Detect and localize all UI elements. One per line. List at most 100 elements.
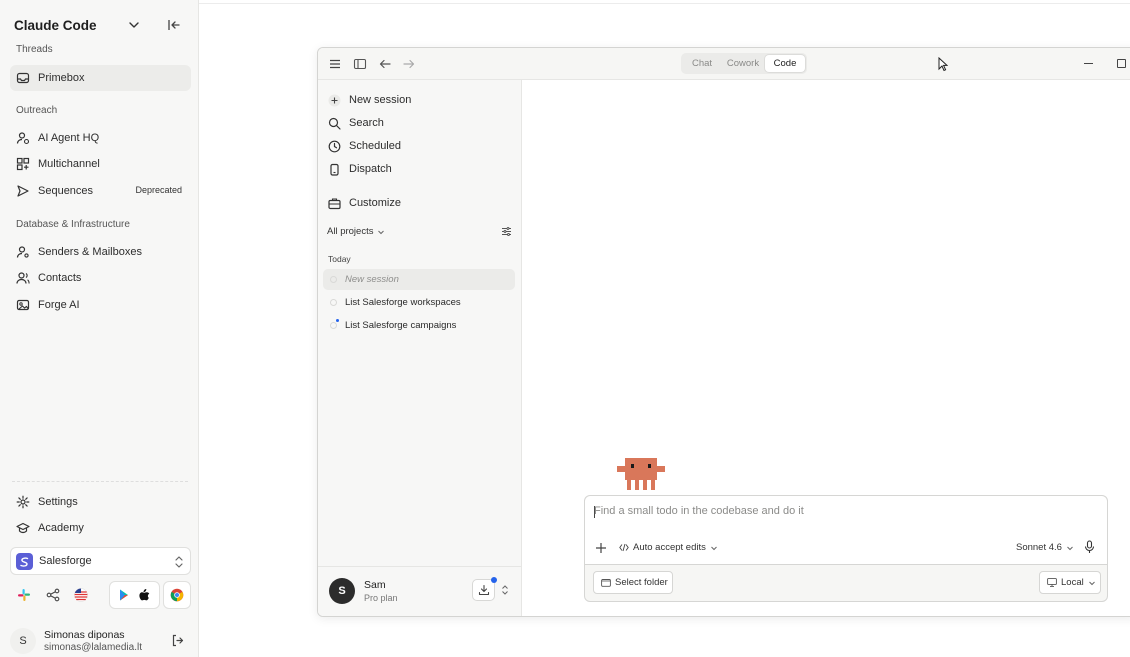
chevron-down-icon bbox=[1088, 579, 1096, 587]
download-button[interactable] bbox=[472, 577, 497, 601]
scheduled-button[interactable]: Scheduled bbox=[328, 136, 401, 156]
session-item[interactable]: List Salesforge campaigns bbox=[323, 315, 515, 336]
sidebar-toggle-icon[interactable] bbox=[353, 57, 367, 71]
sidebar-item-academy[interactable]: Academy bbox=[10, 515, 191, 541]
forward-arrow-icon[interactable] bbox=[402, 57, 416, 71]
filter-icon[interactable] bbox=[501, 226, 512, 237]
grid-icon bbox=[16, 157, 30, 171]
sidebar-item-sequences[interactable]: Sequences Deprecated bbox=[10, 178, 191, 204]
back-arrow-icon[interactable] bbox=[378, 57, 392, 71]
sidebar-item-forge-ai[interactable]: Forge AI bbox=[10, 292, 191, 318]
maximize-button[interactable] bbox=[1117, 59, 1126, 68]
slack-icon[interactable] bbox=[17, 588, 31, 602]
salesforge-logo-icon bbox=[16, 552, 33, 570]
sidebar-header: Claude Code bbox=[14, 14, 186, 36]
claude-mascot-icon bbox=[615, 458, 667, 492]
dispatch-button[interactable]: Dispatch bbox=[328, 159, 392, 179]
avatar: S bbox=[10, 628, 36, 654]
permission-mode-dropdown[interactable]: Auto accept edits bbox=[619, 542, 718, 553]
session-sidebar: New session Search Scheduled Dispatch Cu… bbox=[318, 80, 522, 616]
apple-icon[interactable] bbox=[137, 588, 151, 602]
user-email: simonas@lalamedia.lt bbox=[44, 642, 142, 653]
microphone-icon[interactable] bbox=[1083, 540, 1096, 554]
new-session-button[interactable]: New session bbox=[328, 90, 411, 110]
user-bot-icon bbox=[16, 131, 30, 145]
us-flag-icon[interactable] bbox=[74, 588, 88, 602]
tab-code[interactable]: Code bbox=[765, 55, 805, 72]
chevron-down-icon bbox=[1066, 544, 1074, 552]
select-folder-label: Select folder bbox=[615, 577, 668, 588]
tab-cowork[interactable]: Cowork bbox=[721, 55, 765, 72]
prompt-composer: Find a small todo in the codebase and do… bbox=[584, 495, 1108, 602]
gear-icon bbox=[16, 495, 30, 509]
chevron-down-icon bbox=[377, 228, 385, 236]
sidebar-item-label: Settings bbox=[38, 496, 78, 508]
nav-label: Dispatch bbox=[349, 163, 392, 175]
sidebar-item-senders[interactable]: Senders & Mailboxes bbox=[10, 239, 191, 265]
session-item[interactable]: List Salesforge workspaces bbox=[323, 292, 515, 313]
inbox-icon bbox=[16, 71, 30, 85]
nav-label: Search bbox=[349, 117, 384, 129]
google-play-icon[interactable] bbox=[117, 588, 131, 602]
claude-window: Chat Cowork Code New session Search Sche… bbox=[317, 47, 1130, 617]
minimize-button[interactable] bbox=[1084, 63, 1093, 64]
collapse-sidebar-icon[interactable] bbox=[166, 17, 182, 33]
model-dropdown[interactable]: Sonnet 4.6 bbox=[1016, 542, 1074, 553]
chrome-icon[interactable] bbox=[170, 588, 184, 602]
workspace-title[interactable]: Claude Code bbox=[14, 18, 97, 33]
nav-label: New session bbox=[349, 94, 412, 106]
section-database: Database & Infrastructure bbox=[16, 219, 130, 230]
clock-icon bbox=[328, 140, 341, 153]
customize-button[interactable]: Customize bbox=[328, 193, 401, 213]
chevron-updown-icon[interactable] bbox=[501, 584, 509, 596]
search-button[interactable]: Search bbox=[328, 113, 384, 133]
user-profile[interactable]: S Simonas diponas simonas@lalamedia.lt bbox=[10, 628, 191, 654]
session-title: List Salesforge workspaces bbox=[345, 297, 461, 308]
environment-label: Local bbox=[1061, 577, 1084, 588]
download-icon bbox=[478, 584, 490, 596]
session-item[interactable]: New session bbox=[323, 269, 515, 290]
sidebar-item-multichannel[interactable]: Multichannel bbox=[10, 151, 191, 177]
session-title: New session bbox=[345, 274, 399, 285]
select-folder-button[interactable]: Select folder bbox=[593, 571, 673, 594]
window-user-profile[interactable]: S Sam Pro plan bbox=[318, 566, 522, 616]
folder-icon bbox=[601, 578, 611, 587]
send-icon bbox=[16, 184, 30, 198]
sidebar-item-contacts[interactable]: Contacts bbox=[10, 265, 191, 291]
sidebar-item-label: AI Agent HQ bbox=[38, 132, 100, 144]
window-titlebar: Chat Cowork Code bbox=[318, 48, 1130, 80]
nav-label: Scheduled bbox=[349, 140, 401, 152]
sidebar-item-label: Contacts bbox=[38, 272, 82, 284]
sidebar-item-label: Sequences bbox=[38, 185, 94, 197]
unread-indicator bbox=[336, 319, 339, 322]
prompt-area: Find a small todo in the codebase and do… bbox=[585, 496, 1107, 565]
user-name: Simonas diponas bbox=[44, 629, 125, 641]
menu-icon[interactable] bbox=[328, 57, 342, 71]
sidebar-item-ai-agent-hq[interactable]: AI Agent HQ bbox=[10, 125, 191, 151]
projects-filter-dropdown[interactable]: All projects bbox=[327, 226, 385, 237]
add-attachment-icon[interactable] bbox=[595, 542, 607, 554]
user-plan: Pro plan bbox=[364, 593, 398, 603]
share-icon[interactable] bbox=[46, 588, 60, 602]
prompt-input[interactable]: Find a small todo in the codebase and do… bbox=[594, 505, 804, 517]
organization-select[interactable]: Salesforge bbox=[10, 547, 191, 575]
tab-chat[interactable]: Chat bbox=[683, 55, 721, 72]
sidebar-item-settings[interactable]: Settings bbox=[10, 489, 191, 515]
projects-filter-label: All projects bbox=[327, 226, 374, 237]
logout-icon[interactable] bbox=[171, 634, 184, 647]
status-dot-icon bbox=[330, 299, 337, 306]
nav-label: Customize bbox=[349, 197, 401, 209]
environment-dropdown[interactable]: Local bbox=[1039, 571, 1101, 594]
sidebar-item-label: Academy bbox=[38, 522, 84, 534]
sidebar-item-label: Primebox bbox=[38, 72, 85, 84]
section-threads: Threads bbox=[16, 44, 53, 55]
sidebar-item-primebox[interactable]: Primebox bbox=[10, 65, 191, 91]
sidebar-item-label: Senders & Mailboxes bbox=[38, 246, 142, 258]
notification-dot bbox=[491, 577, 497, 583]
mouse-cursor-icon bbox=[938, 57, 948, 72]
monitor-icon bbox=[1047, 578, 1057, 587]
search-icon bbox=[328, 117, 341, 130]
app-sidebar: Claude Code Threads Primebox Outreach AI… bbox=[0, 0, 199, 657]
organization-name: Salesforge bbox=[39, 555, 92, 567]
chevron-down-icon[interactable] bbox=[126, 17, 142, 33]
